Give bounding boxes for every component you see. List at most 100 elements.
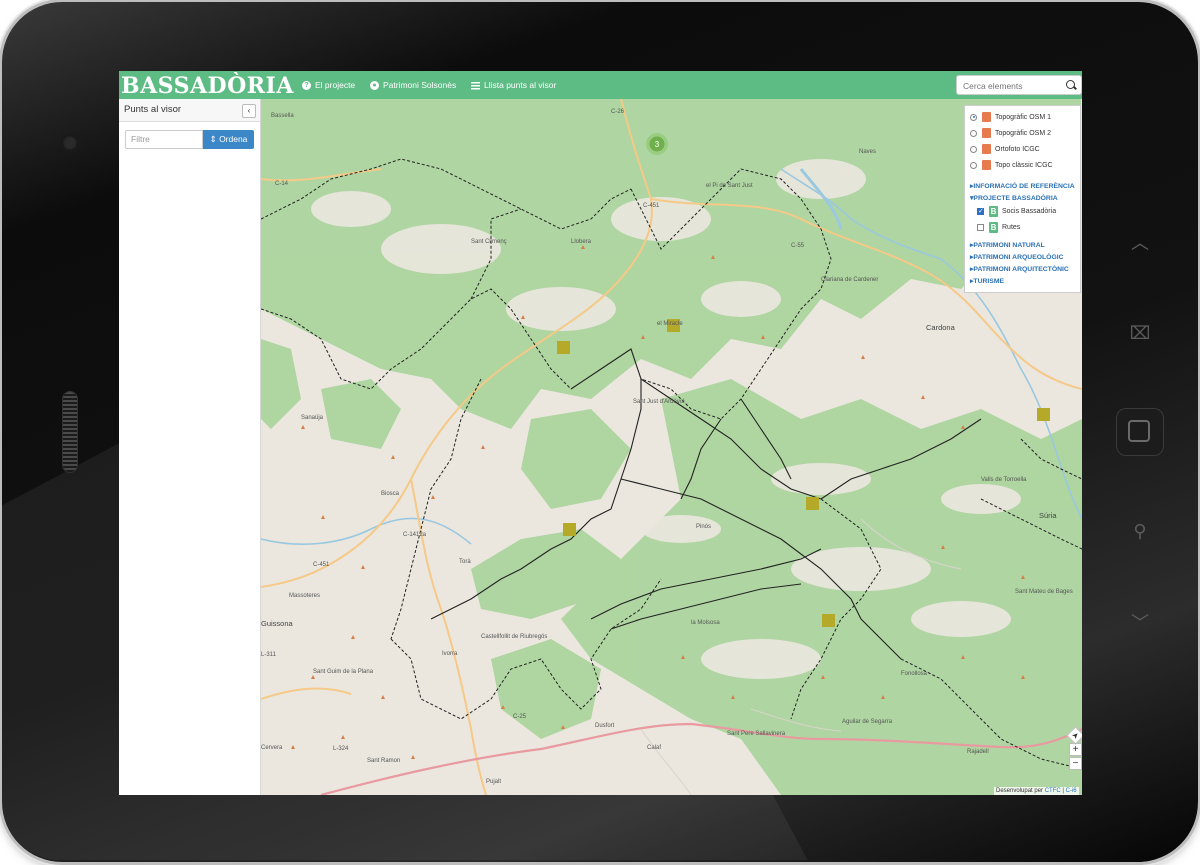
bassadoria-marker[interactable]: [806, 497, 819, 510]
town-label: Sanaüja: [301, 415, 324, 421]
section-informacio-referencia[interactable]: ▸INFORMACIÓ DE REFERÈNCIA: [970, 181, 1075, 193]
map-layer-icon: [982, 144, 991, 155]
map-canvas: 3: [261, 99, 1082, 795]
town-label: el Pi de Sant Just: [706, 183, 753, 189]
road-label: C-14: [275, 181, 289, 187]
bassadoria-marker[interactable]: [1037, 408, 1050, 421]
town-label: Valls de Torroella: [981, 477, 1027, 483]
section-label: INFORMACIÓ DE REFERÈNCIA: [973, 183, 1075, 190]
town-label: Rajadell: [967, 749, 989, 755]
search-box[interactable]: [956, 75, 1082, 95]
bassadoria-b-icon: B: [989, 221, 998, 233]
locate-button[interactable]: ➤: [1066, 726, 1082, 745]
nav-patrimoni-solsones[interactable]: ● Patrimoni Solsonès: [370, 71, 456, 99]
sidebar-header: Punts al visor ‹: [119, 99, 260, 122]
section-patrimoni-arqueologic[interactable]: ▸PATRIMONI ARQUEOLÒGIC: [970, 252, 1064, 264]
speaker-grille: [63, 392, 77, 472]
bassadoria-marker[interactable]: [557, 341, 570, 354]
town-label: Cardona: [926, 323, 955, 332]
road-label: L-311: [261, 652, 276, 658]
town-label: Biosca: [381, 491, 400, 497]
screen: BASSADÒRIA ? El projecte ● Patrimoni Solso…: [119, 71, 1082, 795]
radio-icon[interactable]: [970, 145, 977, 153]
bookmark-icon[interactable]: ⌧: [1127, 320, 1153, 346]
base-layer-topo-classic[interactable]: Topo clàssic ICGC: [970, 159, 1053, 173]
map-attribution: Desenvolupat per CTFC | C-i6: [994, 787, 1079, 795]
town-label: el Miracle: [657, 321, 683, 327]
road-label: C-451: [643, 203, 660, 209]
attribution-prefix: Desenvolupat per: [996, 788, 1044, 794]
overlay-socis-bassadoria[interactable]: ✓ B Socis Bassadòria: [977, 205, 1056, 219]
chevron-up-icon[interactable]: ︿: [1127, 230, 1153, 256]
town-label: Torà: [459, 559, 471, 565]
road-label: C-451: [313, 562, 330, 568]
nav-llista-punts[interactable]: Llista punts al visor: [471, 71, 556, 99]
ci6-link[interactable]: C-i6: [1066, 788, 1077, 794]
town-label: Castellfollit de Riubregós: [481, 634, 548, 640]
town-label: la Molsosa: [691, 620, 720, 626]
bassadoria-b-icon: B: [989, 205, 998, 217]
home-button[interactable]: [1116, 408, 1164, 456]
overlay-rutes[interactable]: B Rutes: [977, 221, 1020, 235]
list-icon: [471, 81, 480, 90]
collapse-sidebar-button[interactable]: ‹: [242, 104, 256, 118]
overlay-label: Rutes: [1002, 224, 1021, 231]
nav-patrimoni-label: Patrimoni Solsonès: [383, 80, 457, 90]
overlay-label: Socis Bassadòria: [1002, 208, 1057, 215]
road-label: C-26: [611, 109, 625, 115]
search-hardware-icon[interactable]: ⚲: [1127, 518, 1153, 544]
sidebar: Punts al visor ‹ Filtre ⇕ Ordena: [119, 99, 261, 795]
radio-icon[interactable]: [970, 161, 977, 169]
town-label: Calaf: [647, 745, 662, 751]
town-label: Sant Pere Sallavinera: [727, 731, 786, 737]
base-layer-osm1[interactable]: Topogràfic OSM 1: [970, 111, 1051, 125]
checkbox-icon[interactable]: ✓: [977, 207, 984, 215]
section-projecte-bassadoria[interactable]: ▾PROJECTE BASSADÒRIA: [970, 193, 1058, 205]
section-turisme[interactable]: ▸TURISME: [970, 276, 1004, 288]
home-square-icon: [1128, 420, 1150, 442]
filter-input[interactable]: Filtre: [125, 130, 203, 149]
radio-icon[interactable]: [970, 129, 977, 137]
bassadoria-marker[interactable]: [822, 614, 835, 627]
road-label: C-1412a: [403, 532, 427, 538]
zoom-out-button[interactable]: −: [1069, 757, 1082, 770]
road-label: C-25: [513, 714, 527, 720]
search-icon[interactable]: [1066, 80, 1075, 89]
nav-llista-label: Llista punts al visor: [484, 80, 557, 90]
town-label: Sant Guim de la Plana: [313, 669, 374, 675]
sort-button[interactable]: ⇕ Ordena: [203, 130, 254, 149]
layer-switcher-panel: Topogràfic OSM 1 Topogràfic OSM 2 Ortofo…: [964, 105, 1081, 293]
town-label: Naves: [859, 149, 877, 155]
base-layer-ortofoto[interactable]: Ortofoto ICGC: [970, 143, 1040, 157]
zoom-in-button[interactable]: +: [1069, 743, 1082, 756]
globe-icon: ●: [370, 81, 379, 91]
bassadoria-marker[interactable]: [563, 523, 576, 536]
checkbox-icon[interactable]: [977, 223, 984, 231]
chevron-down-icon[interactable]: ﹀: [1127, 610, 1153, 636]
ctfc-link[interactable]: CTFC: [1045, 788, 1061, 794]
section-label: TURISME: [973, 278, 1005, 285]
app-logo[interactable]: BASSADÒRIA: [121, 71, 294, 99]
camera-icon: [62, 135, 78, 151]
nav-el-projecte[interactable]: ? El projecte: [302, 71, 355, 99]
section-label: PATRIMONI NATURAL: [973, 242, 1045, 249]
road-label: L-324: [333, 746, 349, 752]
town-label: Pujalt: [486, 779, 502, 785]
map-viewport[interactable]: 3 Bassella Naves el Pi de Sant Just Sant…: [261, 99, 1082, 795]
section-patrimoni-arquitectonic[interactable]: ▸PATRIMONI ARQUITECTÒNIC: [970, 264, 1069, 276]
town-label: Guissona: [261, 619, 293, 628]
town-label: Cervera: [261, 745, 283, 751]
map-layer-icon: [982, 160, 991, 171]
section-patrimoni-natural[interactable]: ▸PATRIMONI NATURAL: [970, 240, 1045, 252]
search-input[interactable]: [957, 77, 1063, 95]
radio-icon[interactable]: [970, 113, 977, 121]
town-label: Ivorra: [442, 651, 458, 657]
top-navbar: BASSADÒRIA ? El projecte ● Patrimoni Solso…: [119, 71, 1082, 99]
section-label: PATRIMONI ARQUEOLÒGIC: [973, 254, 1064, 261]
town-label: Pinós: [696, 524, 712, 530]
town-label: Clariana de Cardener: [821, 277, 879, 283]
nav-el-projecte-label: El projecte: [315, 80, 356, 90]
base-layer-osm2[interactable]: Topogràfic OSM 2: [970, 127, 1051, 141]
town-label: Bassella: [271, 113, 294, 119]
town-label: Dusfort: [595, 723, 615, 729]
